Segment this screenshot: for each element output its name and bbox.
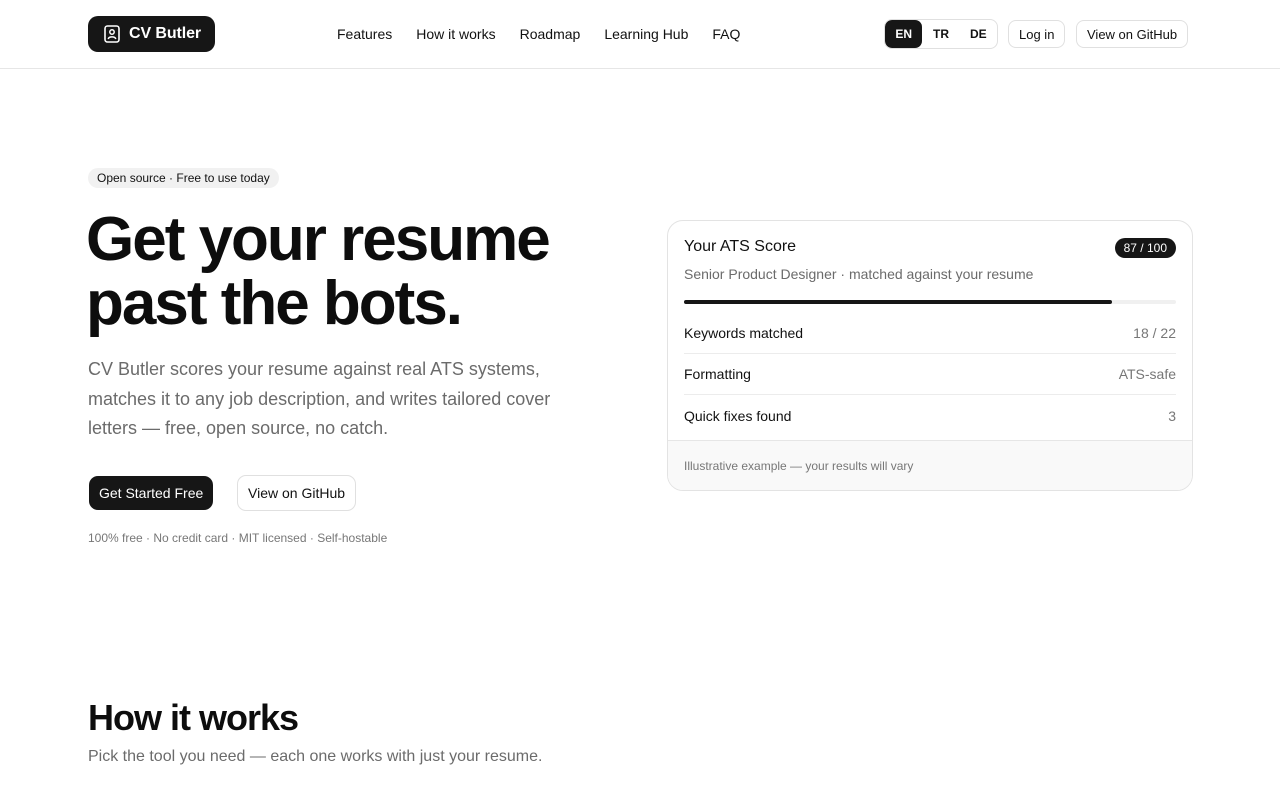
metric-row-quick-fixes: Quick fixes found 3: [684, 395, 1176, 436]
nav-features[interactable]: Features: [337, 26, 392, 42]
metric-list: Keywords matched 18 / 22 Formatting ATS-…: [684, 313, 1176, 436]
metric-value: 18 / 22: [1133, 325, 1176, 341]
how-it-works-title: How it works: [88, 697, 299, 738]
login-button[interactable]: Log in: [1008, 20, 1066, 48]
metric-label: Quick fixes found: [684, 407, 792, 424]
get-started-button[interactable]: Get Started Free: [89, 476, 214, 510]
site-header: CV Butler Features How it works Roadmap …: [0, 0, 1280, 69]
metric-label: Formatting: [684, 366, 751, 382]
hero-subtitle: CV Butler scores your resume against rea…: [88, 359, 551, 438]
nav-faq[interactable]: FAQ: [712, 26, 740, 42]
language-switcher: EN TR DE: [884, 19, 998, 49]
metric-row-keywords: Keywords matched 18 / 22: [684, 313, 1176, 354]
score-progress-bar: [684, 300, 1176, 304]
nav-roadmap[interactable]: Roadmap: [520, 26, 581, 42]
metric-value: ATS-safe: [1118, 366, 1176, 382]
metric-label: Keywords matched: [684, 325, 804, 341]
resume-icon: [104, 25, 120, 43]
lang-de[interactable]: DE: [960, 20, 997, 48]
how-it-works-subtitle: Pick the tool you need — each one works …: [88, 748, 543, 765]
hero-title: Get your resume past the bots.: [86, 208, 626, 336]
metric-value: 3: [1168, 407, 1176, 424]
logo-label: CV Butler: [129, 25, 201, 42]
ats-card-footer: Illustrative example — your results will…: [668, 440, 1192, 490]
score-badge: 87 / 100: [1114, 238, 1176, 258]
hero-title-line1: Get your resume: [86, 205, 551, 274]
score-progress-fill: [684, 300, 1113, 304]
hero-title-line2: past the bots.: [86, 269, 463, 338]
logo-button[interactable]: CV Butler: [88, 16, 215, 52]
nav-learning-hub[interactable]: Learning Hub: [604, 26, 688, 42]
metric-row-formatting: Formatting ATS-safe: [684, 354, 1176, 395]
lang-tr[interactable]: TR: [922, 20, 959, 48]
ats-card-title: Your ATS Score: [684, 238, 797, 255]
ats-card-subtitle: Senior Product Designer · matched agains…: [684, 266, 1034, 282]
hero-fineprint: 100% free · No credit card · MIT license…: [88, 531, 388, 545]
ats-score-card: Your ATS Score 87 / 100 Senior Product D…: [667, 220, 1193, 491]
open-source-badge: Open source · Free to use today: [88, 168, 279, 188]
nav-how-it-works[interactable]: How it works: [416, 26, 495, 42]
view-github-button[interactable]: View on GitHub: [237, 475, 357, 511]
lang-en[interactable]: EN: [885, 20, 923, 48]
main-nav: Features How it works Roadmap Learning H…: [337, 24, 740, 44]
github-header-button[interactable]: View on GitHub: [1076, 20, 1189, 48]
